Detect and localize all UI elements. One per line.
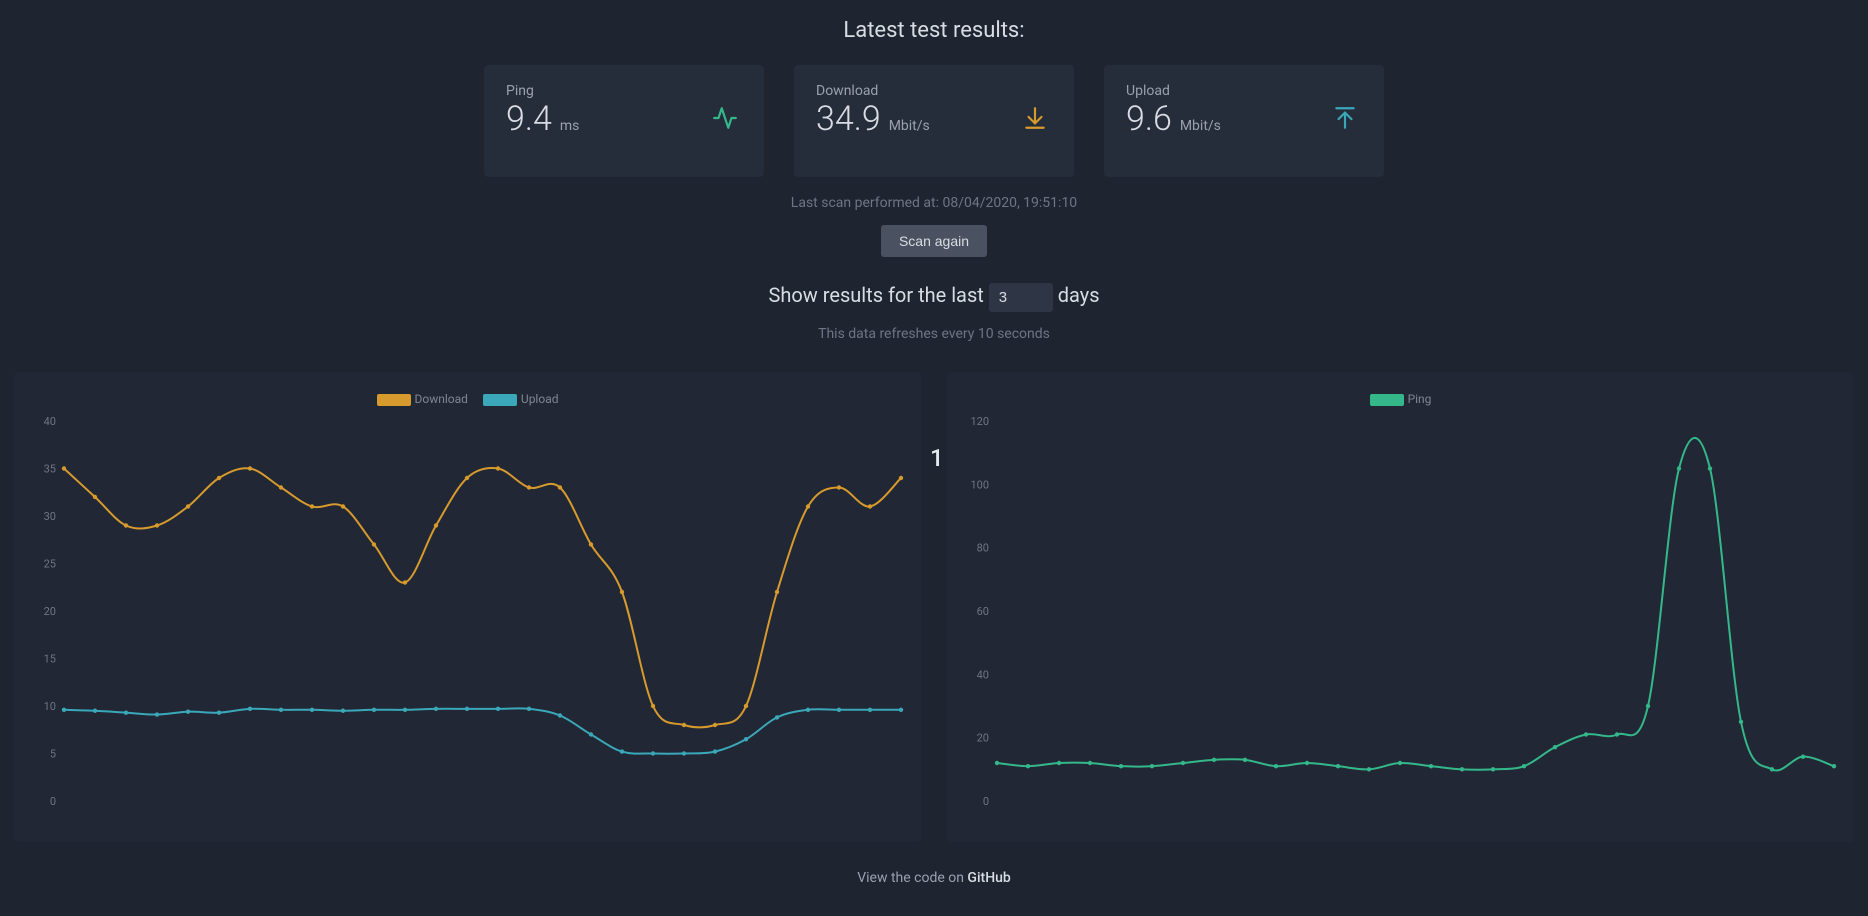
download-label: Download <box>816 83 1052 99</box>
upload-swatch <box>483 394 517 406</box>
days-suffix: days <box>1058 283 1100 307</box>
footer-prefix: View the code on <box>857 870 967 886</box>
speed-chart: Download Upload 0 5 10 15 20 25 30 35 40 <box>14 372 921 842</box>
svg-text:40: 40 <box>44 416 56 428</box>
svg-text:20: 20 <box>977 732 989 745</box>
ping-card: Ping 9.4 ms <box>484 65 764 177</box>
download-swatch <box>377 394 411 406</box>
upload-card: Upload 9.6 Mbit/s <box>1104 65 1384 177</box>
speed-chart-svg: 0 5 10 15 20 25 30 35 40 <box>24 416 911 816</box>
github-link[interactable]: GitHub <box>967 870 1010 886</box>
download-legend-label: Download <box>415 392 468 406</box>
activity-icon <box>712 105 738 135</box>
ping-value: 9.4 <box>506 99 552 139</box>
ping-label: Ping <box>506 83 742 99</box>
upload-unit: Mbit/s <box>1180 118 1221 134</box>
svg-text:15: 15 <box>44 653 56 666</box>
page-title: Latest test results: <box>0 0 1868 43</box>
ping-chart-svg: 0 20 40 60 80 100 120 <box>957 416 1844 816</box>
ping-chart: Ping 0 20 40 60 80 100 120 <box>947 372 1854 842</box>
svg-text:25: 25 <box>44 558 56 571</box>
svg-text:0: 0 <box>983 795 989 808</box>
days-prefix: Show results for the last <box>768 283 983 307</box>
svg-text:100: 100 <box>970 478 989 491</box>
svg-text:0: 0 <box>50 795 56 808</box>
upload-label: Upload <box>1126 83 1362 99</box>
charts-container: Download Upload 0 5 10 15 20 25 30 35 40 Ping 0 2… <box>0 372 1868 842</box>
svg-text:35: 35 <box>44 463 56 476</box>
svg-text:5: 5 <box>50 748 56 761</box>
svg-text:40: 40 <box>977 668 989 681</box>
refresh-note: This data refreshes every 10 seconds <box>0 326 1868 342</box>
upload-icon <box>1332 105 1358 135</box>
download-icon <box>1022 105 1048 135</box>
download-unit: Mbit/s <box>889 118 930 134</box>
svg-text:80: 80 <box>977 542 989 555</box>
ping-legend: Ping <box>957 392 1844 406</box>
upload-legend-label: Upload <box>521 392 559 406</box>
ping-swatch <box>1370 394 1404 406</box>
svg-text:30: 30 <box>44 510 56 523</box>
svg-text:20: 20 <box>44 605 56 618</box>
summary-cards: Ping 9.4 ms Download 34.9 Mbit/s Upload … <box>0 65 1868 177</box>
svg-text:120: 120 <box>970 416 989 428</box>
days-input[interactable] <box>989 283 1053 312</box>
svg-text:10: 10 <box>44 700 56 713</box>
speed-legend: Download Upload <box>24 392 911 406</box>
download-value: 34.9 <box>816 99 881 139</box>
footer: View the code on GitHub <box>0 870 1868 886</box>
ping-unit: ms <box>560 118 580 134</box>
last-scan-text: Last scan performed at: 08/04/2020, 19:5… <box>0 195 1868 211</box>
upload-value: 9.6 <box>1126 99 1172 139</box>
scan-again-button[interactable]: Scan again <box>881 225 987 257</box>
days-row: Show results for the last days <box>0 283 1868 312</box>
svg-text:60: 60 <box>977 605 989 618</box>
ping-legend-label: Ping <box>1408 392 1432 406</box>
download-card: Download 34.9 Mbit/s <box>794 65 1074 177</box>
